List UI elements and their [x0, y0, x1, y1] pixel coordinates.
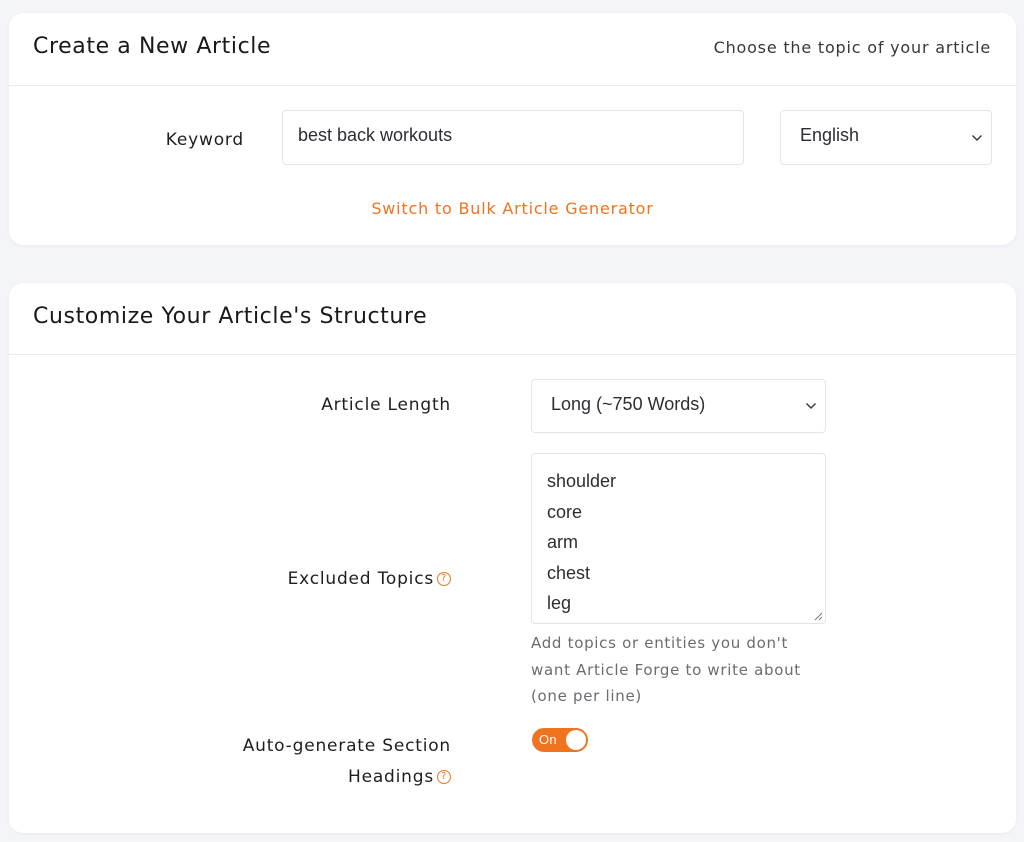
- bulk-generator-link[interactable]: Switch to Bulk Article Generator: [9, 199, 1016, 218]
- auto-headings-label: Auto-generate Section Headings?: [243, 731, 451, 793]
- excluded-topics-label: Excluded Topics?: [288, 569, 451, 589]
- article-length-value: Long (~750 Words): [551, 394, 706, 414]
- structure-title: Customize Your Article's Structure: [33, 304, 428, 329]
- excluded-topic-line: chest: [547, 562, 591, 583]
- chevron-down-icon: [972, 134, 982, 141]
- article-length-select[interactable]: Long (~750 Words): [531, 379, 826, 433]
- keyword-input-value: best back workouts: [298, 125, 453, 145]
- structure-header: Customize Your Article's Structure: [9, 283, 1016, 355]
- structure-card: Customize Your Article's Structure Artic…: [9, 283, 1016, 833]
- excluded-topic-line: shoulder: [547, 471, 617, 491]
- excluded-topics-hint: Add topics or entities you don't want Ar…: [531, 634, 801, 705]
- question-circle-icon[interactable]: ?: [437, 770, 451, 784]
- excluded-topics-label-text: Excluded Topics: [287, 569, 434, 589]
- language-select[interactable]: English: [780, 110, 992, 165]
- auto-headings-label-line1: Auto-generate Section: [242, 736, 451, 756]
- auto-headings-toggle[interactable]: On: [532, 728, 588, 752]
- create-article-card: Create a New Article Choose the topic of…: [9, 13, 1016, 245]
- keyword-input[interactable]: best back workouts: [282, 110, 744, 165]
- article-length-label: Article Length: [321, 395, 451, 415]
- create-article-subtitle: Choose the topic of your article: [713, 38, 991, 57]
- chevron-down-icon: [806, 403, 816, 409]
- toggle-knob: [566, 730, 586, 750]
- keyword-label: Keyword: [165, 130, 244, 150]
- auto-headings-label-line2: Headings: [348, 767, 434, 787]
- excluded-topic-line: leg: [547, 593, 572, 614]
- question-circle-icon[interactable]: ?: [437, 572, 451, 586]
- excluded-topics-textarea[interactable]: shoulder core arm chest leg: [531, 453, 826, 624]
- language-select-value: English: [800, 125, 860, 145]
- toggle-state-text: On: [539, 732, 557, 747]
- create-article-title: Create a New Article: [33, 34, 272, 59]
- create-article-header: Create a New Article Choose the topic of…: [9, 13, 1016, 86]
- resize-grip-icon[interactable]: [814, 612, 823, 621]
- excluded-topic-line: arm: [547, 532, 578, 553]
- excluded-topic-line: core: [547, 501, 583, 522]
